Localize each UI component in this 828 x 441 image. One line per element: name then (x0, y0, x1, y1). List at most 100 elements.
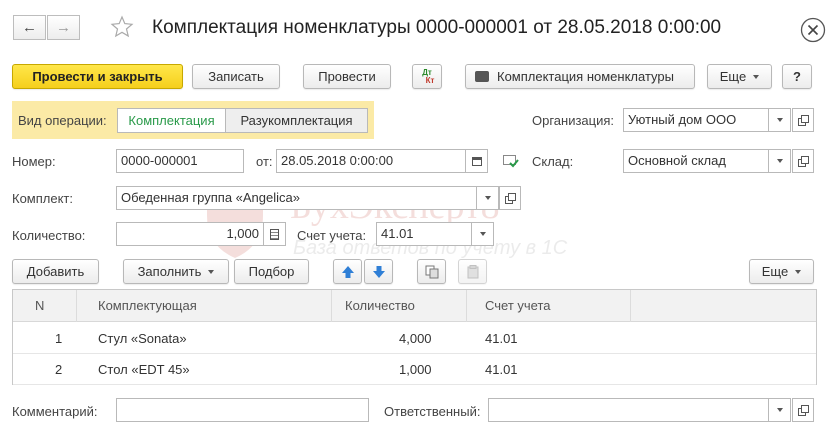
quantity-label: Количество: (12, 228, 86, 243)
column-divider (331, 290, 332, 322)
copy-row-button[interactable] (417, 259, 446, 284)
column-header-account[interactable]: Счет учета (485, 298, 551, 313)
column-divider (630, 290, 631, 322)
close-icon (800, 17, 826, 43)
more-button[interactable]: Еще (707, 64, 772, 89)
forward-button[interactable]: → (47, 15, 80, 40)
chevron-down-icon (795, 269, 802, 274)
responsible-dropdown[interactable] (769, 398, 791, 422)
chevron-down-icon (776, 159, 783, 163)
row-account: 41.01 (485, 331, 518, 346)
column-header-component[interactable]: Комплектующая (98, 298, 197, 313)
organization-field[interactable]: Уютный дом ООО (623, 108, 769, 132)
calendar-button[interactable] (466, 149, 488, 173)
number-label: Номер: (12, 154, 56, 169)
calculator-icon (270, 228, 279, 240)
warehouse-dropdown[interactable] (769, 149, 791, 173)
date-label: от: (256, 154, 273, 169)
organization-label: Организация: (532, 113, 615, 128)
date-field[interactable]: 28.05.2018 0:00:00 (276, 149, 466, 173)
fill-button-label: Заполнить (137, 264, 202, 279)
help-button[interactable]: ? (782, 64, 812, 89)
account-dropdown[interactable] (472, 222, 494, 246)
printer-icon (475, 71, 489, 82)
move-down-button[interactable] (364, 259, 393, 284)
page-title: Комплектация номенклатуры 0000-000001 от… (152, 17, 722, 38)
calendar-icon (471, 156, 482, 166)
print-button[interactable]: Комплектация номенклатуры (465, 64, 695, 89)
arrow-right-icon: → (56, 19, 71, 36)
save-button[interactable]: Записать (192, 64, 280, 89)
row-quantity: 4,000 (399, 331, 432, 346)
favorite-star-icon[interactable] (110, 15, 134, 42)
column-header-quantity[interactable]: Количество (345, 298, 415, 313)
operation-option-assembly[interactable]: Комплектация (117, 108, 226, 133)
row-component: Стол «EDT 45» (98, 362, 190, 377)
chevron-down-icon (479, 232, 486, 236)
quantity-field[interactable]: 1,000 (116, 222, 264, 246)
table-more-button-label: Еще (761, 264, 789, 279)
components-table: N Комплектующая Количество Счет учета 1 … (12, 289, 817, 385)
column-divider (76, 290, 77, 322)
fill-button[interactable]: Заполнить (123, 259, 229, 284)
column-header-n[interactable]: N (35, 298, 44, 313)
paste-row-button[interactable] (458, 259, 487, 284)
chevron-down-icon (484, 196, 491, 200)
arrow-up-icon (341, 265, 354, 278)
copy-icon (425, 265, 438, 278)
add-row-button[interactable]: Добавить (12, 259, 99, 284)
more-button-label: Еще (719, 69, 747, 84)
responsible-label: Ответственный: (384, 404, 481, 419)
number-field[interactable]: 0000-000001 (116, 149, 244, 173)
responsible-field[interactable] (488, 398, 769, 422)
column-divider (466, 290, 467, 322)
kit-field[interactable]: Обеденная группа «Angelica» (116, 186, 477, 210)
open-icon (505, 193, 516, 204)
print-button-label: Комплектация номенклатуры (497, 69, 674, 84)
operation-type-label: Вид операции: (18, 113, 107, 128)
account-label: Счет учета: (297, 228, 367, 243)
kit-open-button[interactable] (499, 186, 521, 210)
comment-label: Комментарий: (12, 404, 98, 419)
paste-icon (467, 264, 478, 278)
chevron-down-icon (753, 74, 760, 79)
responsible-open-button[interactable] (792, 398, 814, 422)
kit-dropdown[interactable] (477, 186, 499, 210)
account-field[interactable]: 41.01 (376, 222, 472, 246)
post-button[interactable]: Провести (303, 64, 391, 89)
arrow-left-icon: ← (22, 19, 37, 36)
kt-label: Кт (425, 75, 435, 85)
table-header: N Комплектующая Количество Счет учета (13, 290, 816, 322)
open-icon (798, 115, 809, 126)
warehouse-label: Склад: (532, 154, 574, 169)
arrow-down-icon (372, 265, 385, 278)
chevron-down-icon (208, 269, 215, 274)
pick-button[interactable]: Подбор (234, 259, 309, 284)
row-account: 41.01 (485, 362, 518, 377)
warehouse-field[interactable]: Основной склад (623, 149, 769, 173)
chevron-down-icon (776, 118, 783, 122)
row-number: 2 (55, 362, 63, 377)
operation-option-disassembly[interactable]: Разукомплектация (226, 108, 368, 133)
table-more-button[interactable]: Еще (749, 259, 814, 284)
post-and-close-button[interactable]: Провести и закрыть (12, 64, 183, 89)
organization-open-button[interactable] (792, 108, 814, 132)
dt-kt-button[interactable]: Дт Кт (412, 64, 442, 89)
open-icon (798, 156, 809, 167)
row-quantity: 1,000 (399, 362, 432, 377)
table-row[interactable]: 1 Стул «Sonata» 4,000 41.01 (13, 323, 816, 354)
calculator-button[interactable] (264, 222, 286, 246)
close-button[interactable] (800, 17, 826, 46)
kit-label: Комплект: (12, 191, 73, 206)
chevron-down-icon (776, 408, 783, 412)
warehouse-info-icon (503, 155, 519, 171)
comment-field[interactable] (116, 398, 369, 422)
warehouse-open-button[interactable] (792, 149, 814, 173)
open-icon (798, 405, 809, 416)
organization-dropdown[interactable] (769, 108, 791, 132)
move-up-button[interactable] (333, 259, 362, 284)
row-component: Стул «Sonata» (98, 331, 187, 346)
back-button[interactable]: ← (13, 15, 46, 40)
table-row[interactable]: 2 Стол «EDT 45» 1,000 41.01 (13, 354, 816, 385)
row-number: 1 (55, 331, 63, 346)
